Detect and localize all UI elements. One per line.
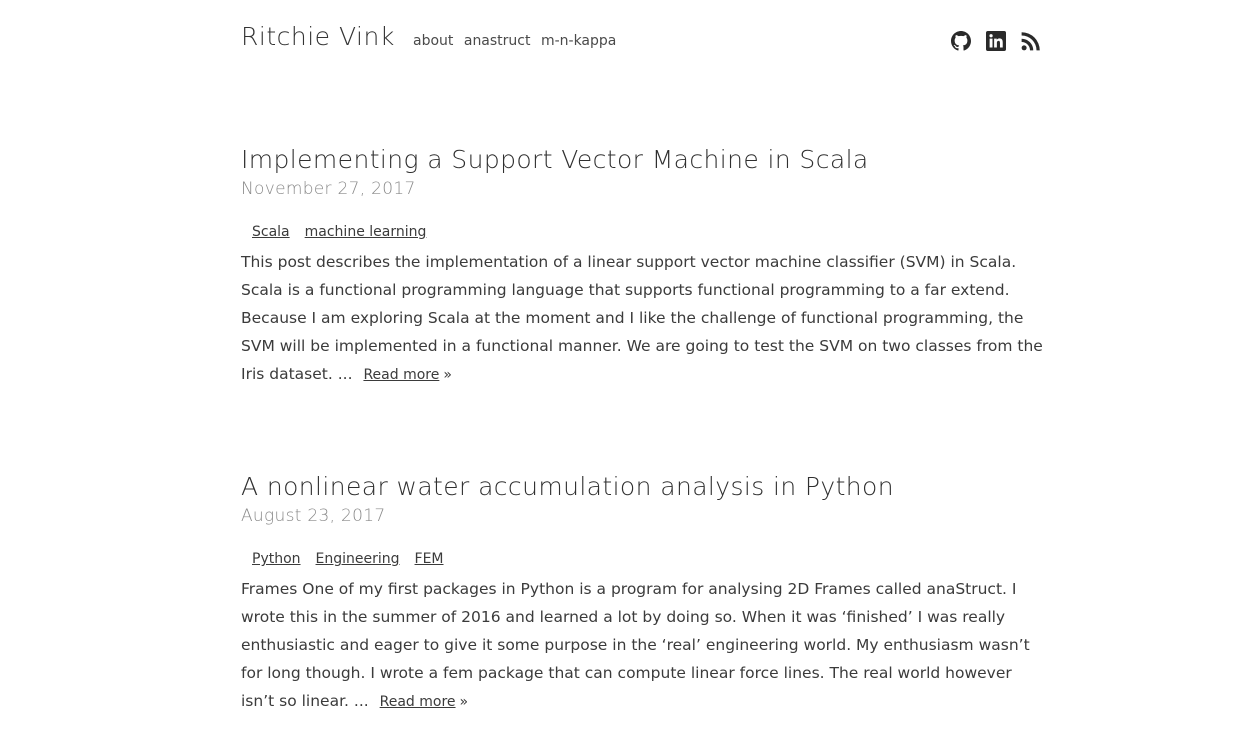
site-header: Ritchie Vink about anastruct m-n-kappa [241,0,1041,80]
tag-link[interactable]: Scala [252,224,290,240]
post-date: November 27, 2017 [241,179,416,199]
nav-link-about[interactable]: about [413,33,453,49]
main-nav: about anastruct m-n-kappa [413,33,622,49]
tag-link[interactable]: Python [252,551,301,567]
read-more-link[interactable]: Read more [363,367,439,383]
post-date: August 23, 2017 [241,506,386,526]
linkedin-icon[interactable] [986,31,1006,51]
rss-icon[interactable] [1021,31,1041,51]
post-title[interactable]: Implementing a Support Vector Machine in… [241,144,1046,175]
post-title[interactable]: A nonlinear water accumulation analysis … [241,471,1046,502]
post-excerpt-text: This post describes the implementation o… [241,253,1043,383]
post-item: A nonlinear water accumulation analysis … [241,471,1046,716]
tag-link[interactable]: FEM [415,551,444,567]
post-excerpt: Frames One of my first packages in Pytho… [241,575,1046,716]
site-title[interactable]: Ritchie Vink [241,22,395,51]
read-more-link[interactable]: Read more [380,694,456,710]
nav-link-anastruct[interactable]: anastruct [464,33,531,49]
post-tags: Scala machine learning [241,224,1046,244]
post-excerpt-text: Frames One of my first packages in Pytho… [241,580,1030,710]
post-item: Implementing a Support Vector Machine in… [241,144,1046,389]
tag-link[interactable]: machine learning [305,224,427,240]
page-container: Ritchie Vink about anastruct m-n-kappa I… [241,0,1043,710]
tag-link[interactable]: Engineering [316,551,400,567]
chevron-right-icon: » [443,367,452,383]
github-icon[interactable] [951,31,971,51]
nav-link-m-n-kappa[interactable]: m-n-kappa [541,33,616,49]
post-tags: Python Engineering FEM [241,551,1046,571]
post-excerpt: This post describes the implementation o… [241,248,1046,389]
social-links [951,31,1041,51]
chevron-right-icon: » [459,694,469,710]
